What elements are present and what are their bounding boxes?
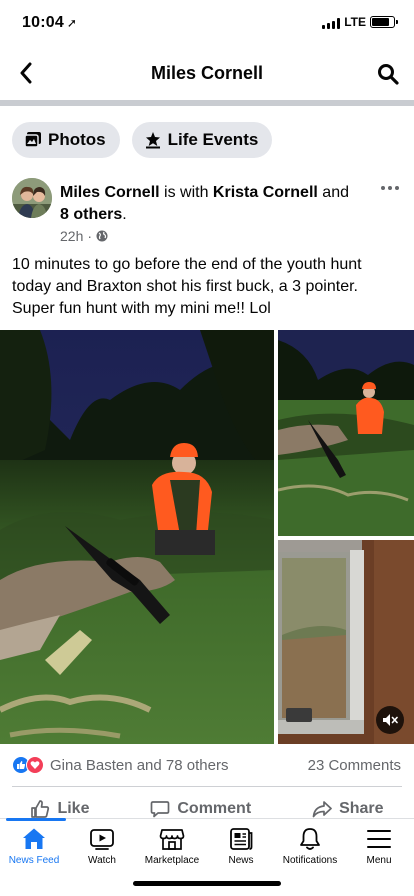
signal-icon xyxy=(322,18,340,29)
location-arrow-icon: ➚ xyxy=(66,16,78,30)
comments-count-link[interactable]: 23 Comments xyxy=(308,757,401,774)
meta-separator: · xyxy=(87,228,93,244)
tab-marketplace[interactable]: Marketplace xyxy=(137,827,207,866)
active-tab-indicator xyxy=(6,818,66,821)
watch-icon xyxy=(90,829,114,850)
tagged-person-link[interactable]: Krista Cornell xyxy=(213,184,318,201)
tab-label-watch: Watch xyxy=(88,855,116,866)
tab-watch[interactable]: Watch xyxy=(67,827,137,866)
tab-label-notifications: Notifications xyxy=(282,855,338,866)
love-reaction-icon xyxy=(26,756,44,774)
tab-label-menu: Menu xyxy=(366,855,392,866)
globe-icon xyxy=(96,230,108,242)
marketplace-icon xyxy=(159,829,185,850)
photos-chip-label: Photos xyxy=(48,130,106,149)
tab-news[interactable]: News xyxy=(206,827,276,866)
post-options-button[interactable] xyxy=(378,178,402,198)
life-events-chip-label: Life Events xyxy=(167,130,259,149)
status-bar: 10:04 ➚ LTE xyxy=(0,0,414,48)
thumbs-up-icon xyxy=(31,800,50,818)
photos-chip[interactable]: Photos xyxy=(12,122,120,158)
post-video-third[interactable] xyxy=(278,540,414,744)
avatar-photo xyxy=(12,178,52,218)
search-button[interactable] xyxy=(374,60,402,88)
more-dot xyxy=(395,186,399,190)
speaker-muted-icon xyxy=(383,714,398,726)
flag-star-icon xyxy=(145,132,160,149)
like-label: Like xyxy=(57,800,90,817)
page-title: Miles Cornell xyxy=(150,63,264,83)
search-icon xyxy=(378,64,399,85)
reactions-summary-text: Gina Basten and 78 others xyxy=(50,756,229,774)
post-photo-main[interactable] xyxy=(0,330,274,744)
life-events-chip[interactable]: Life Events xyxy=(131,122,273,158)
post-and-text: and xyxy=(317,184,349,201)
tagged-others-link[interactable]: 8 others xyxy=(60,206,122,223)
hunt-photo-1 xyxy=(0,330,274,744)
post-photo-second[interactable] xyxy=(278,330,414,536)
tab-label-news-feed: News Feed xyxy=(8,855,60,866)
actions-divider xyxy=(12,786,402,787)
status-time: 10:04 ➚ xyxy=(22,14,78,31)
profile-chips: Photos Life Events xyxy=(12,122,273,158)
section-divider xyxy=(0,100,414,106)
post-header-text: Miles Cornell is with Krista Cornell and… xyxy=(60,182,360,226)
comment-label: Comment xyxy=(177,800,252,817)
network-type: LTE xyxy=(344,15,366,29)
tab-label-news: News xyxy=(228,855,254,866)
tab-news-feed[interactable]: News Feed xyxy=(0,827,69,866)
share-icon xyxy=(312,801,332,818)
post-author-link[interactable]: Miles Cornell xyxy=(60,184,160,201)
comment-icon xyxy=(151,801,170,818)
reactions-summary[interactable]: Gina Basten and 78 others xyxy=(12,756,228,774)
bell-icon xyxy=(300,828,320,850)
reaction-icons xyxy=(12,756,44,774)
tab-notifications[interactable]: Notifications xyxy=(275,827,345,866)
hunt-photo-2 xyxy=(278,330,414,536)
share-label: Share xyxy=(339,800,384,817)
menu-icon xyxy=(367,830,391,848)
post-body-text: 10 minutes to go before the end of the y… xyxy=(12,256,362,317)
more-dot xyxy=(388,186,392,190)
news-icon xyxy=(230,828,253,850)
home-icon xyxy=(23,828,45,849)
post-with-text: is with xyxy=(159,184,213,201)
post-period: . xyxy=(122,206,127,223)
nav-header: Miles Cornell xyxy=(0,48,414,100)
post-time[interactable]: 22h xyxy=(60,228,83,244)
photos-icon xyxy=(24,132,41,148)
author-avatar[interactable] xyxy=(12,178,52,218)
post-meta: 22h · xyxy=(60,228,108,244)
battery-icon xyxy=(370,16,398,28)
more-dot xyxy=(381,186,385,190)
tab-menu[interactable]: Menu xyxy=(344,827,414,866)
tab-label-marketplace: Marketplace xyxy=(144,855,200,866)
mute-button[interactable] xyxy=(376,706,404,734)
home-indicator[interactable] xyxy=(133,881,281,886)
